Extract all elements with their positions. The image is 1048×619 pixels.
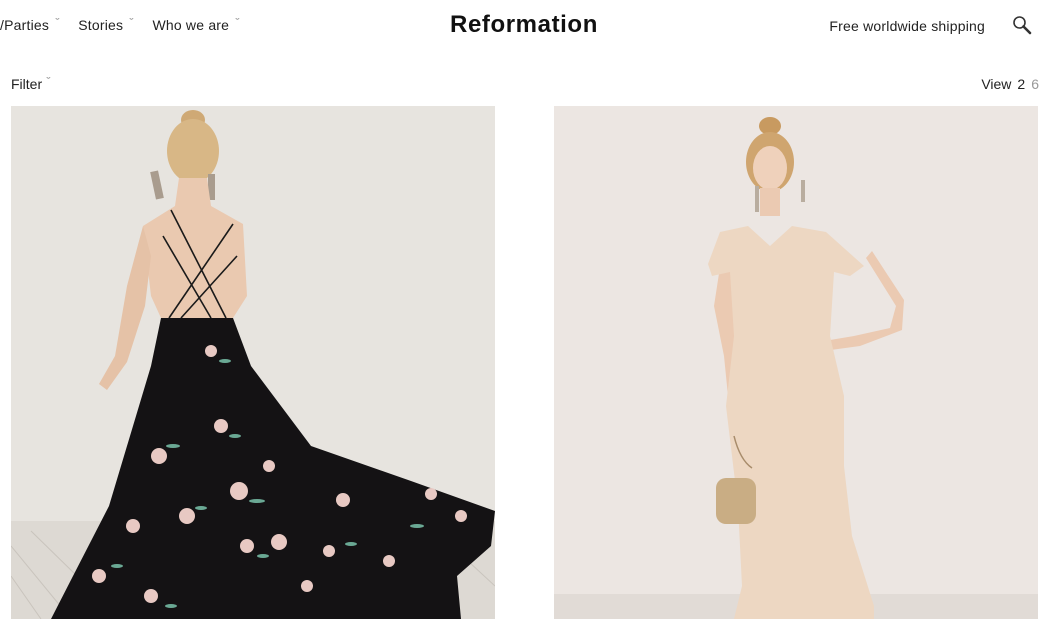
product-card[interactable]: [554, 106, 1038, 619]
product-card[interactable]: [11, 106, 495, 619]
product-image: [11, 106, 495, 619]
product-grid: [11, 106, 1038, 619]
filter-button[interactable]: Filter ˇ: [11, 76, 51, 92]
view-switcher: View 2 6: [981, 76, 1039, 92]
view-label: View: [981, 76, 1012, 92]
product-toolbar: Filter ˇ View 2 6: [0, 74, 1048, 96]
product-image: [554, 106, 1038, 619]
view-option-2[interactable]: 2: [1017, 76, 1025, 92]
site-header: /Parties ˇ Stories ˇ Who we are ˇ Reform…: [0, 0, 1048, 52]
filter-label: Filter: [11, 76, 43, 92]
view-option-6[interactable]: 6: [1031, 76, 1039, 92]
search-button[interactable]: [1012, 15, 1032, 35]
search-icon: [1013, 16, 1032, 35]
shipping-link[interactable]: Free worldwide shipping: [829, 18, 985, 34]
chevron-down-icon: ˇ: [46, 76, 51, 86]
